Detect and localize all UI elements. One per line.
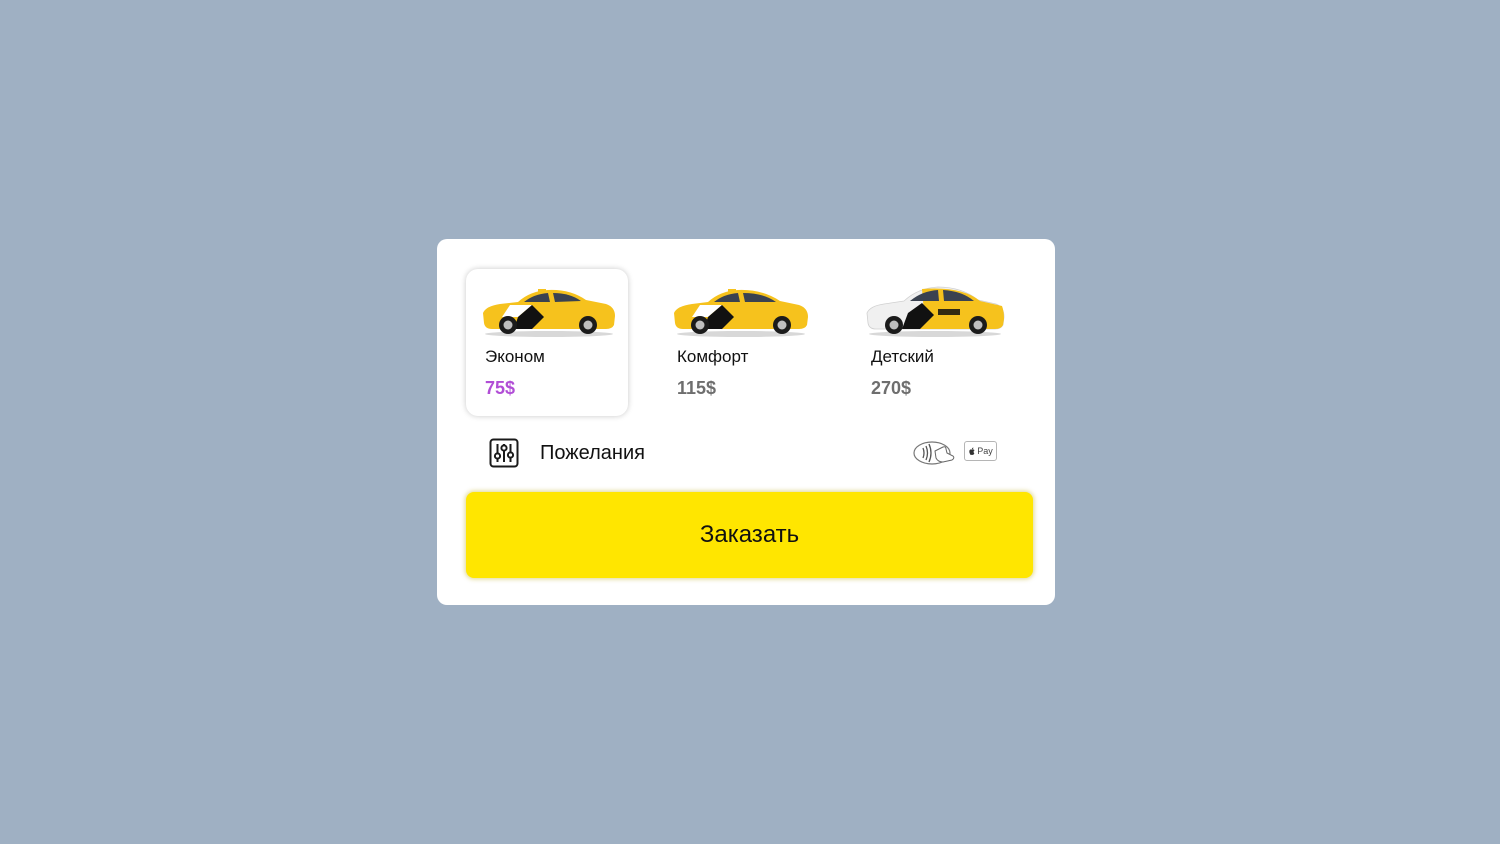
tariff-name: Эконом [485,347,545,366]
car-image-econom [483,289,615,337]
apple-icon [969,447,975,455]
apple-pay-label: Pay [977,446,993,456]
wishes-label: Пожелания [540,441,645,464]
sliders-icon [489,438,519,468]
order-button[interactable]: Заказать [466,492,1033,578]
wishes-button[interactable]: Пожелания [489,438,645,468]
car-image-kids [866,286,1005,337]
apple-pay-button[interactable]: Pay [964,441,997,461]
tariff-price: 270$ [871,378,912,398]
tariff-price: 115$ [677,378,717,398]
tariff-price: 75$ [485,378,516,398]
tariff-econom[interactable]: Эконом 75$ [466,269,628,416]
tariff-name: Детский [871,347,934,366]
contactless-payment-icon[interactable] [913,439,955,467]
tariff-comfort[interactable]: Комфорт 115$ [658,269,820,416]
car-image-comfort [674,289,808,337]
tariff-name: Комфорт [677,347,749,366]
tariff-card: Эконом 75$ Комфорт 115$ Детский 270$ Пож… [437,239,1055,605]
tariff-kids[interactable]: Детский 270$ [852,269,1014,416]
